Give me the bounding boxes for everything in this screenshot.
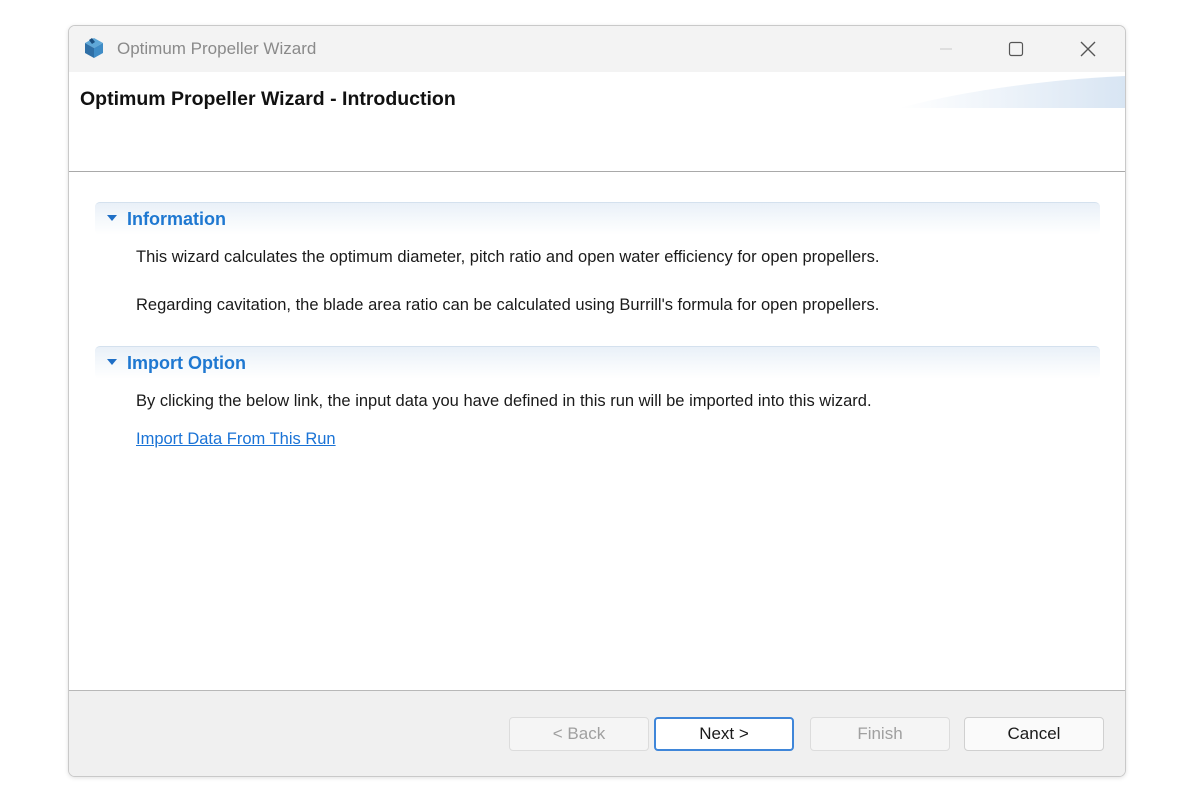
minimize-icon: [940, 48, 952, 50]
information-paragraph-1: This wizard calculates the optimum diame…: [136, 248, 880, 266]
chevron-down-icon: [107, 215, 117, 221]
window-title: Optimum Propeller Wizard: [117, 39, 317, 58]
import-option-section-label: Import Option: [127, 353, 246, 373]
information-section-header[interactable]: Information: [95, 202, 1100, 235]
header-swoosh-decoration: [899, 76, 1125, 108]
import-data-link[interactable]: Import Data From This Run: [136, 430, 336, 449]
import-option-section-header[interactable]: Import Option: [95, 346, 1100, 379]
back-button[interactable]: < Back: [509, 717, 649, 751]
title-bar[interactable]: Optimum Propeller Wizard: [69, 26, 1125, 72]
maximize-icon: [1008, 41, 1024, 57]
information-paragraph-2: Regarding cavitation, the blade area rat…: [136, 296, 880, 314]
close-icon: [1080, 41, 1096, 57]
wizard-footer: < Back Next > Finish Cancel: [69, 690, 1125, 776]
cancel-button[interactable]: Cancel: [964, 717, 1104, 751]
wizard-header: Optimum Propeller Wizard - Introduction: [69, 72, 1125, 172]
wizard-content: Information This wizard calculates the o…: [69, 172, 1125, 689]
propeller-app-icon: [85, 38, 103, 58]
wizard-window: Optimum Propeller Wizard Optimum Propell…: [68, 25, 1126, 777]
close-button[interactable]: [1053, 26, 1123, 72]
finish-button[interactable]: Finish: [810, 717, 950, 751]
maximize-button[interactable]: [981, 26, 1051, 72]
import-option-paragraph: By clicking the below link, the input da…: [136, 392, 872, 410]
next-button[interactable]: Next >: [654, 717, 794, 751]
information-section-label: Information: [127, 209, 226, 229]
minimize-button[interactable]: [911, 26, 981, 72]
chevron-down-icon: [107, 359, 117, 365]
page-title: Optimum Propeller Wizard - Introduction: [80, 88, 456, 110]
